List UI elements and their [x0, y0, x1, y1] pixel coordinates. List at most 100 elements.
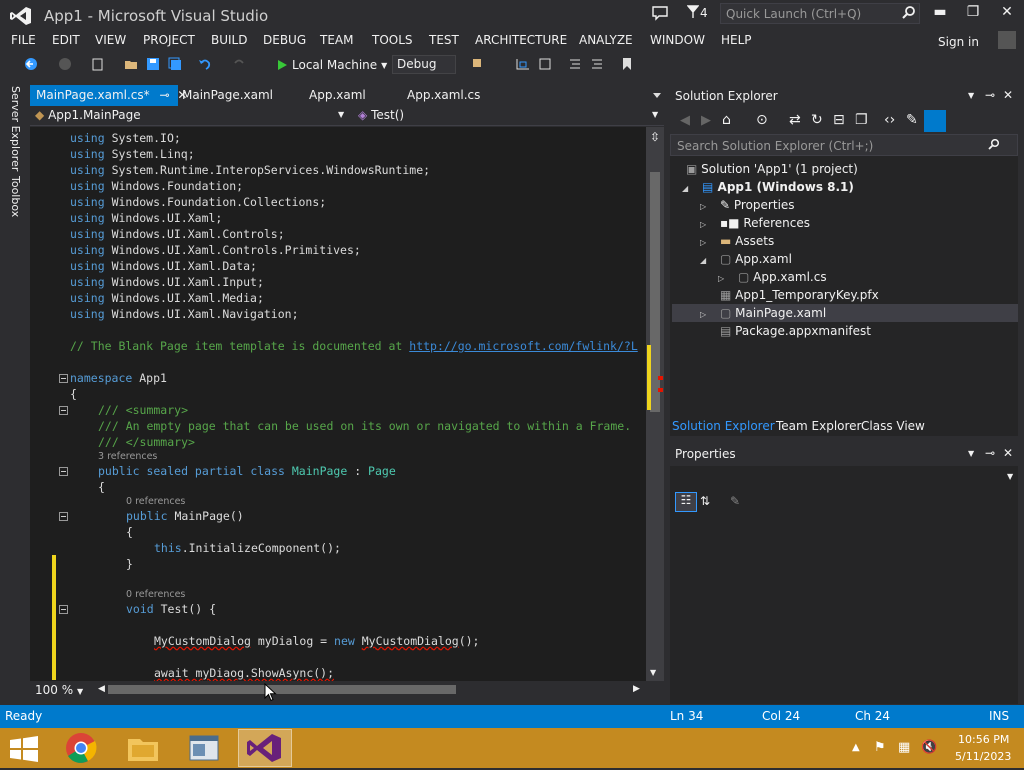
tree-item-package-manifest[interactable]: ▤ Package.appxmanifest: [720, 324, 871, 338]
chevron-down-icon[interactable]: ▼: [652, 110, 658, 119]
redo-icon[interactable]: [232, 57, 246, 71]
tab-overflow-chevron-icon[interactable]: [652, 90, 662, 100]
collapsed-arrow-icon[interactable]: ▷: [718, 274, 724, 283]
horizontal-scrollbar-thumb[interactable]: [108, 685, 456, 694]
collapsed-arrow-icon[interactable]: ▷: [700, 238, 706, 247]
navigate-back-icon[interactable]: [24, 57, 38, 71]
sync-icon[interactable]: ⊙: [756, 112, 768, 128]
member-dropdown[interactable]: ◈ Test(): [358, 108, 404, 122]
chevron-down-icon[interactable]: ▼: [968, 449, 974, 458]
chevron-down-icon[interactable]: ▼: [1007, 472, 1013, 481]
view-code-icon[interactable]: ‹›: [884, 112, 895, 128]
menu-architecture[interactable]: ARCHITECTURE: [475, 33, 567, 47]
documentation-link[interactable]: http://go.microsoft.com/fwlink/?L: [409, 339, 637, 353]
save-icon[interactable]: [146, 57, 160, 71]
tab-app-xaml[interactable]: App.xaml: [303, 85, 372, 106]
collapsed-arrow-icon[interactable]: ▷: [700, 220, 706, 229]
chrome-taskbar-button[interactable]: [54, 729, 108, 767]
collapse-region-icon[interactable]: [59, 512, 68, 521]
expanded-arrow-icon[interactable]: ◢: [682, 184, 688, 193]
uncomment-icon[interactable]: [590, 57, 604, 71]
collapsed-arrow-icon[interactable]: ▷: [700, 202, 706, 211]
navigate-icon[interactable]: [516, 57, 530, 71]
sign-in-link[interactable]: Sign in: [938, 35, 979, 49]
tab-app-xaml-cs[interactable]: App.xaml.cs: [401, 85, 486, 106]
tab-team-explorer[interactable]: Team Explorer: [776, 419, 862, 433]
back-icon[interactable]: ◀: [680, 113, 690, 128]
navigate-forward-icon[interactable]: [58, 57, 72, 71]
menu-file[interactable]: FILE: [11, 33, 36, 47]
comment-out-icon[interactable]: [568, 57, 582, 71]
bookmark-icon[interactable]: [620, 57, 634, 71]
collapse-region-icon[interactable]: [59, 467, 68, 476]
home-icon[interactable]: ⌂: [722, 112, 731, 128]
tree-item-solution[interactable]: ▣ Solution 'App1' (1 project): [686, 162, 858, 176]
preview-selected-items-icon[interactable]: [924, 110, 946, 132]
codelens-references[interactable]: 3 references: [98, 451, 157, 462]
close-icon[interactable]: ✕: [1003, 446, 1013, 460]
account-icon[interactable]: [998, 31, 1016, 49]
tree-item-app-xaml-cs[interactable]: ▢ App.xaml.cs: [738, 270, 827, 284]
scroll-down-icon[interactable]: ▼: [650, 668, 656, 677]
solution-explorer-icon[interactable]: [538, 57, 552, 71]
menu-project[interactable]: PROJECT: [143, 33, 195, 47]
tree-item-assets[interactable]: ▬ Assets: [720, 234, 774, 248]
menu-analyze[interactable]: ANALYZE: [579, 33, 633, 47]
show-hidden-icons-icon[interactable]: ▲: [852, 742, 860, 753]
pin-icon[interactable]: ⊸: [159, 88, 169, 102]
property-pages-icon[interactable]: ✎: [730, 494, 740, 508]
codelens-references[interactable]: 0 references: [126, 589, 185, 600]
menu-edit[interactable]: EDIT: [52, 33, 80, 47]
collapse-region-icon[interactable]: [59, 605, 68, 614]
tree-item-app-xaml[interactable]: ▢ App.xaml: [720, 252, 792, 266]
find-in-files-icon[interactable]: [472, 57, 486, 71]
menu-team[interactable]: TEAM: [320, 33, 353, 47]
tab-mainpage-xaml-cs[interactable]: MainPage.xaml.cs* ⊸ ✕: [30, 85, 187, 106]
menu-tools[interactable]: TOOLS: [372, 33, 413, 47]
pending-changes-icon[interactable]: ⇄: [789, 112, 801, 128]
search-icon[interactable]: [988, 139, 1000, 151]
taskbar-clock-date[interactable]: 5/11/2023: [955, 750, 1011, 763]
search-icon[interactable]: [902, 6, 916, 20]
maximize-button[interactable]: ❐: [958, 4, 988, 24]
chevron-down-icon[interactable]: ▼: [968, 91, 974, 100]
pin-icon[interactable]: ⊸: [985, 88, 995, 102]
pin-icon[interactable]: ⊸: [985, 446, 995, 460]
notification-icon[interactable]: [652, 5, 668, 21]
collapse-region-icon[interactable]: [59, 374, 68, 383]
undo-icon[interactable]: [198, 57, 212, 71]
close-icon[interactable]: ✕: [1003, 88, 1013, 102]
tree-item-temporary-key[interactable]: ▦ App1_TemporaryKey.pfx: [720, 288, 879, 302]
scroll-right-icon[interactable]: ▶: [633, 684, 640, 694]
minimize-button[interactable]: ▬: [925, 4, 955, 24]
solution-search-input[interactable]: Search Solution Explorer (Ctrl+;): [670, 134, 1018, 156]
open-file-icon[interactable]: [124, 57, 138, 71]
type-dropdown[interactable]: ◆ App1.MainPage: [35, 108, 141, 122]
new-project-icon[interactable]: [90, 57, 104, 71]
collapse-all-icon[interactable]: ⊟: [833, 112, 845, 128]
save-all-icon[interactable]: [168, 57, 182, 71]
alphabetical-sort-icon[interactable]: ⇅: [700, 494, 710, 508]
collapse-region-icon[interactable]: [59, 406, 68, 415]
chevron-down-icon[interactable]: ▼: [338, 110, 344, 119]
tab-class-view[interactable]: Class View: [861, 419, 925, 433]
properties-wrench-icon[interactable]: ✎: [906, 112, 918, 128]
tab-solution-explorer[interactable]: Solution Explorer: [672, 419, 775, 433]
codelens-references[interactable]: 0 references: [126, 496, 185, 507]
quick-launch-input[interactable]: Quick Launch (Ctrl+Q): [720, 3, 920, 24]
action-center-flag-icon[interactable]: ⚑: [874, 740, 886, 755]
forward-icon[interactable]: ▶: [701, 113, 711, 128]
tree-item-references[interactable]: ▪■ References: [720, 216, 810, 230]
menu-debug[interactable]: DEBUG: [263, 33, 306, 47]
file-explorer-taskbar-button[interactable]: [116, 729, 170, 767]
refresh-icon[interactable]: ↻: [811, 112, 823, 128]
expanded-arrow-icon[interactable]: ◢: [700, 256, 706, 265]
tab-mainpage-xaml[interactable]: MainPage.xaml: [176, 85, 279, 106]
tree-item-mainpage-xaml[interactable]: ▢ MainPage.xaml: [720, 306, 826, 320]
menu-test[interactable]: TEST: [429, 33, 459, 47]
network-icon[interactable]: ▦: [898, 740, 910, 755]
menu-build[interactable]: BUILD: [211, 33, 247, 47]
tree-item-properties[interactable]: ✎ Properties: [720, 198, 795, 212]
server-explorer-tab[interactable]: Server Explorer: [9, 86, 22, 171]
split-editor-icon[interactable]: ⇳: [650, 130, 660, 144]
